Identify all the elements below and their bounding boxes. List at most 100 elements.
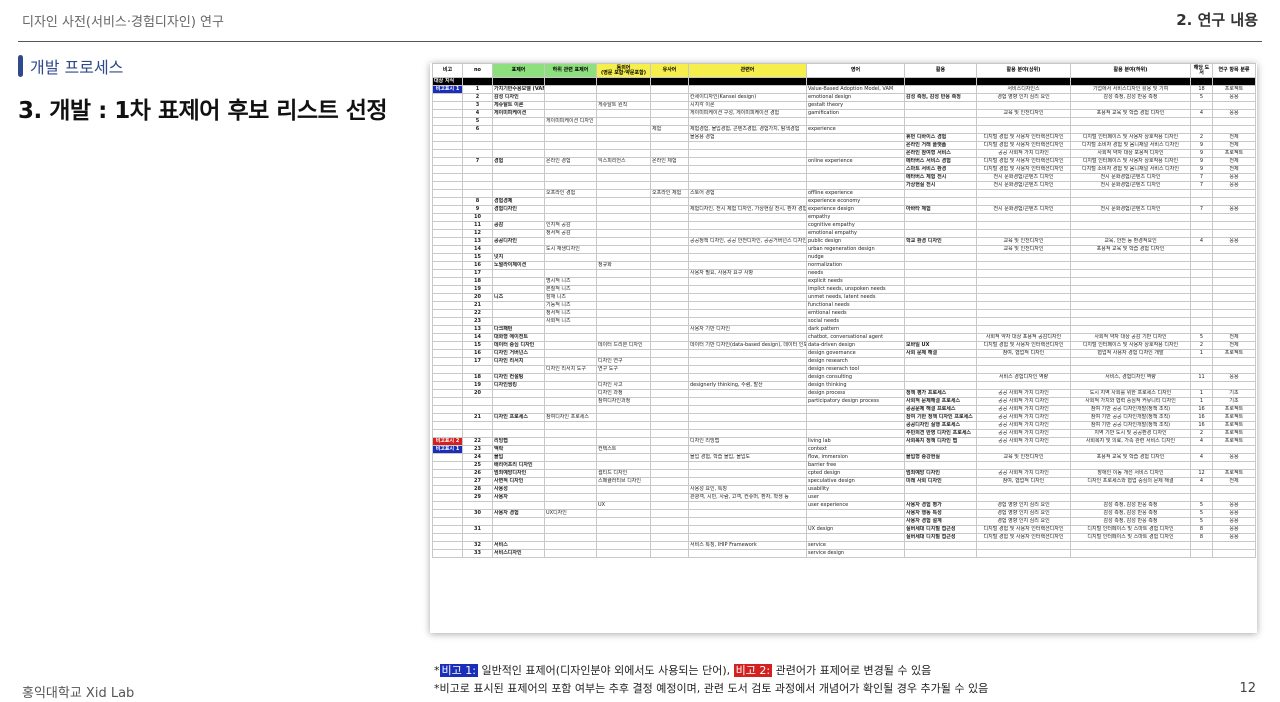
row-english: participatory design process (806, 397, 905, 406)
row-synonym (596, 405, 651, 414)
row-synonym (596, 429, 651, 438)
row-class: 응용 (1212, 525, 1256, 534)
row-note (432, 381, 463, 390)
row-books (1190, 365, 1213, 374)
row-term (492, 533, 545, 542)
row-no: 15 (462, 253, 493, 262)
row-usage: 사회적 문제해결 프로세스 (904, 397, 977, 406)
row-usage: 몰입형 증강현실 (904, 453, 977, 462)
row-synonym: 데이터 드리븐 디자인 (596, 341, 651, 350)
row-field-top: 디지털 경험 및 사용자 인터랙션디자인 (976, 525, 1071, 534)
row-class (1212, 493, 1256, 502)
row-field-top (976, 125, 1071, 134)
row-similar (650, 149, 689, 158)
row-related (688, 229, 807, 238)
col-subterm: 하위 관련 표제어 (544, 63, 597, 78)
row-related (688, 293, 807, 302)
table-row: 16 노멀라이제이션 정규화 normalization (432, 261, 1256, 270)
row-field-top: 교육 및 인천디자인 (976, 245, 1071, 254)
row-note (432, 205, 463, 214)
row-books (1190, 293, 1213, 302)
table-row: 3 게슈탈트 이론 게슈탈트 원칙 시지각 이론 gestalt theory (432, 101, 1256, 110)
row-no: 27 (462, 477, 493, 486)
row-class: 기초 (1212, 389, 1256, 398)
row-term (492, 277, 545, 286)
row-related (688, 85, 807, 94)
row-usage (904, 109, 977, 118)
row-usage: 실버세대 디지털 접근성 (904, 525, 977, 534)
row-similar (650, 117, 689, 126)
row-term (492, 229, 545, 238)
row-field-low: 전시 문화경험/콘텐츠 디자인 (1070, 173, 1191, 182)
row-field-top: 경험 영향 인지 심리 요인 (976, 93, 1071, 102)
table-row: 15 넛지 nudge (432, 253, 1256, 262)
row-related (688, 533, 807, 542)
row-note (432, 221, 463, 230)
row-similar (650, 101, 689, 110)
row-english (806, 117, 905, 126)
row-field-top (976, 189, 1071, 198)
col-synonym: 동의어 (영문 포함·약문포함) (596, 63, 651, 78)
row-similar: 체험 (650, 125, 689, 134)
row-english: design governance (806, 349, 905, 358)
row-similar (650, 469, 689, 478)
row-note (432, 93, 463, 102)
row-related (688, 357, 807, 366)
row-class: 응용 (1212, 501, 1256, 510)
row-field-top (976, 197, 1071, 206)
row-class (1212, 221, 1256, 230)
row-books: 5 (1190, 509, 1213, 518)
row-english: user (806, 493, 905, 502)
row-usage (904, 189, 977, 198)
row-subterm (544, 125, 597, 134)
row-class (1212, 101, 1256, 110)
row-term: 디자인 프로세스 (492, 413, 545, 422)
row-note (432, 373, 463, 382)
table-row: 참여디자인과정 participatory design process 사회적 문… (432, 397, 1256, 406)
row-subterm (544, 453, 597, 462)
row-similar (650, 445, 689, 454)
row-books (1190, 117, 1213, 126)
row-subterm: 도시 재생디자인 (544, 245, 597, 254)
row-english (806, 405, 905, 414)
row-books: 11 (1190, 373, 1213, 382)
row-field-low (1070, 309, 1191, 318)
row-english: chatbot, conversational agent (806, 333, 905, 342)
row-books: 4 (1190, 109, 1213, 118)
row-books (1190, 269, 1213, 278)
row-usage: 감성 측정, 감성 반응 측정 (904, 93, 977, 102)
row-related (688, 317, 807, 326)
row-related (688, 445, 807, 454)
row-books (1190, 301, 1213, 310)
table-row: 5 게이미피케이션 디자인 (432, 117, 1256, 126)
row-related (688, 333, 807, 342)
row-term (492, 269, 545, 278)
row-class: 프로젝트 (1212, 469, 1256, 478)
row-books: 7 (1190, 181, 1213, 190)
row-english (806, 533, 905, 542)
row-no (462, 149, 493, 158)
row-similar (650, 389, 689, 398)
row-synonym (596, 245, 651, 254)
row-class: 프로젝트 (1212, 429, 1256, 438)
row-related (688, 397, 807, 406)
row-subterm (544, 429, 597, 438)
row-synonym (596, 165, 651, 174)
row-english: gamification (806, 109, 905, 118)
row-usage: 휴먼 디바이스 경험 (904, 133, 977, 142)
row-synonym (596, 181, 651, 190)
table-row: 30 사용자 경험 UX디자인 사용자 행동 특성 경험 영향 인지 심리 요인 감성 측… (432, 509, 1256, 518)
row-books (1190, 245, 1213, 254)
row-related (688, 405, 807, 414)
row-usage (904, 365, 977, 374)
row-field-low: 기업에서 서비스디자인 활용 및 기여 (1070, 85, 1191, 94)
row-similar (650, 277, 689, 286)
row-no: 1 (462, 85, 493, 94)
section-text: 개발 프로세스 (30, 58, 124, 77)
row-similar (650, 181, 689, 190)
row-english: barrier free (806, 461, 905, 470)
row-class: 응용 (1212, 533, 1256, 542)
row-similar (650, 549, 689, 558)
row-note (432, 517, 463, 526)
table-header-row: 비고 no 표제어 하위 관련 표제어 동의어 (영문 포함·약문포함) 유사어 … (432, 63, 1256, 78)
